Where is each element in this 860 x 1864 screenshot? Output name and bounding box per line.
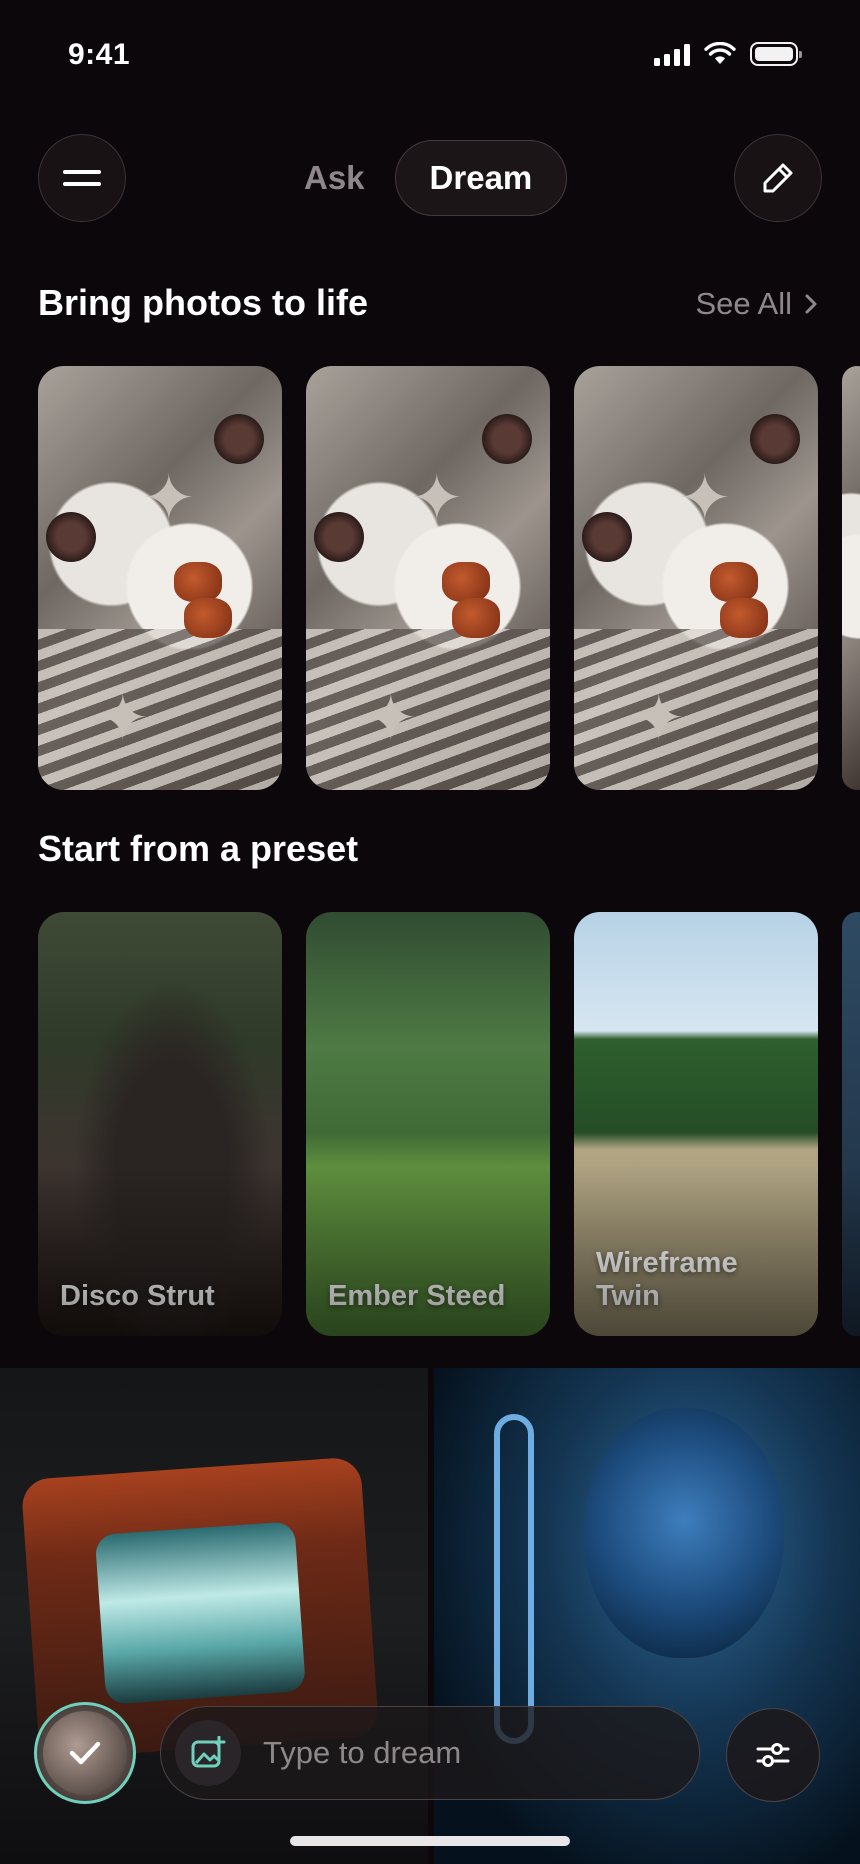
dream-input-bar <box>160 1706 700 1800</box>
section-title-photos: Bring photos to life <box>38 282 368 323</box>
section-title-presets: Start from a preset <box>38 828 359 869</box>
preset-card-label: Wireframe Twin <box>596 1246 738 1313</box>
portrait-image <box>584 1408 784 1658</box>
tab-dream[interactable]: Dream <box>394 140 568 216</box>
image-add-icon <box>191 1736 226 1768</box>
selected-photo-avatar[interactable] <box>34 1702 136 1804</box>
see-all-label: See All <box>695 286 792 321</box>
checkmark-icon <box>69 1741 101 1765</box>
battery-icon <box>750 42 802 66</box>
photo-card[interactable]: ✦ ✦ <box>574 366 818 790</box>
photo-card[interactable]: ✦ ✦ <box>38 366 282 790</box>
preset-card-label: Disco Strut <box>60 1280 215 1313</box>
new-chat-button[interactable] <box>734 134 822 222</box>
photo-card[interactable]: ✦ ✦ <box>306 366 550 790</box>
tab-ask[interactable]: Ask <box>290 159 379 197</box>
preset-card[interactable] <box>842 912 860 1336</box>
status-bar: 9:41 <box>0 0 860 110</box>
photo-card[interactable] <box>842 366 860 790</box>
status-time: 9:41 <box>68 38 131 71</box>
photos-carousel[interactable]: ✦ ✦ ✦ ✦ ✦ ✦ <box>38 366 860 790</box>
see-all-link[interactable]: See All <box>695 286 818 322</box>
settings-button[interactable] <box>726 1708 820 1802</box>
sliders-icon <box>756 1743 790 1767</box>
status-icons <box>654 42 802 66</box>
wifi-icon <box>704 42 736 64</box>
add-image-button[interactable] <box>175 1720 241 1786</box>
menu-button[interactable] <box>38 134 126 222</box>
cellular-signal-icon <box>654 42 690 66</box>
light-ring-image <box>494 1414 534 1744</box>
mode-tabs: Ask Dream <box>290 140 568 216</box>
chevron-right-icon <box>805 294 817 314</box>
dream-prompt-input[interactable] <box>263 1735 663 1771</box>
hamburger-icon <box>63 170 101 186</box>
pencil-icon <box>763 163 793 193</box>
presets-carousel[interactable]: Disco Strut Ember Steed Wireframe Twin <box>38 912 860 1336</box>
preset-card-disco-strut[interactable]: Disco Strut <box>38 912 282 1336</box>
preset-card-ember-steed[interactable]: Ember Steed <box>306 912 550 1336</box>
preset-card-wireframe-twin[interactable]: Wireframe Twin <box>574 912 818 1336</box>
home-indicator <box>290 1836 570 1846</box>
preset-card-label: Ember Steed <box>328 1280 506 1313</box>
